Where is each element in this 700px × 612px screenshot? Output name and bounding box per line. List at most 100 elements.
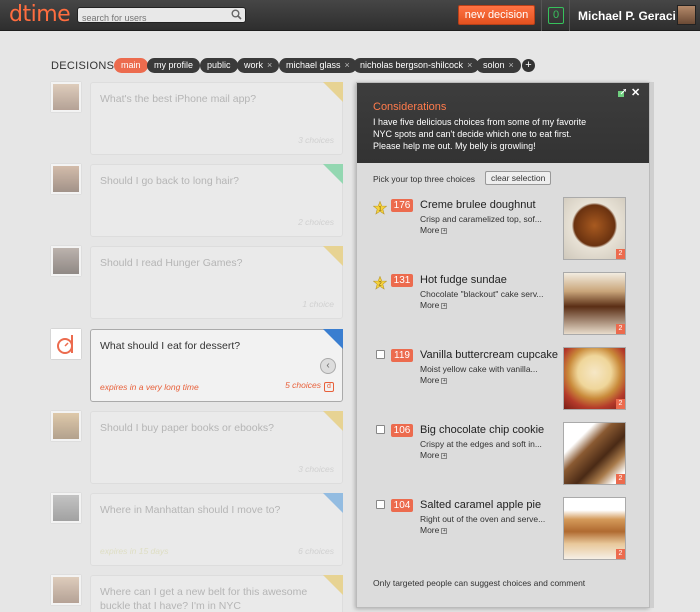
choice-name[interactable]: Hot fudge sundae (420, 274, 507, 286)
avatar[interactable] (51, 575, 81, 605)
choice-image[interactable]: 2 (563, 272, 626, 335)
filter-chip-work[interactable]: work × (237, 58, 280, 73)
choice-checkbox[interactable] (376, 350, 385, 359)
scrollbar[interactable] (650, 82, 654, 608)
expiry-text: expires in a very long time (100, 382, 199, 392)
divider (569, 0, 570, 31)
decision-card[interactable]: Should I read Hunger Games? 1 choice (90, 246, 343, 319)
expand-icon: + (441, 302, 448, 309)
more-link[interactable]: More + (420, 450, 448, 460)
filter-chip-my-profile[interactable]: my profile (147, 58, 201, 73)
avatar[interactable] (51, 82, 81, 112)
more-link[interactable]: More + (420, 525, 448, 535)
decisions-label: DECISIONS: (51, 60, 118, 72)
choice-name[interactable]: Salted caramel apple pie (420, 499, 541, 511)
close-icon[interactable]: ✕ (631, 86, 640, 99)
decision-question: Should I go back to long hair? (100, 175, 239, 187)
corner-ribbon-icon (323, 82, 343, 102)
avatar[interactable] (51, 329, 81, 359)
choice-checkbox[interactable] (376, 425, 385, 434)
new-decision-button[interactable]: new decision (458, 5, 535, 25)
top-bar: dtime new decision 0 Michael P. Geraci (0, 0, 700, 31)
choice-checkbox[interactable] (376, 500, 385, 509)
filter-chip-michael-glass[interactable]: michael glass × (279, 58, 357, 73)
dtime-logo-icon (57, 335, 73, 354)
choice-description: Crisp and caramelized top, sof... (420, 214, 542, 224)
corner-ribbon-icon (323, 493, 343, 513)
expand-icon: + (441, 452, 448, 459)
choice-description: Right out of the oven and serve... (420, 514, 546, 524)
panel-header: ✕ Considerations I have five delicious c… (357, 83, 649, 163)
choice-count: 5 choices d (285, 380, 334, 392)
remove-chip-icon[interactable]: × (509, 60, 514, 70)
more-label: More (420, 375, 440, 385)
avatar[interactable] (51, 246, 81, 276)
user-avatar[interactable] (677, 5, 696, 25)
remove-chip-icon[interactable]: × (345, 60, 350, 70)
search-icon[interactable] (231, 9, 242, 20)
choice-count-text: 5 choices (285, 380, 321, 390)
chip-label: work (244, 60, 264, 70)
popout-icon[interactable] (618, 89, 626, 97)
image-count-badge: 2 (616, 249, 625, 259)
filter-chip-nicholas-bergson-shilcock[interactable]: nicholas bergson-shilcock × (353, 58, 480, 73)
filter-chip-public[interactable]: public (200, 58, 238, 73)
corner-ribbon-icon (323, 329, 343, 349)
filter-chip-solon[interactable]: solon × (476, 58, 521, 73)
decision-card[interactable]: Where can I get a new belt for this awes… (90, 575, 343, 612)
search-input[interactable] (78, 11, 228, 25)
choice-item: 1 176 Creme brulee doughnut Crisp and ca… (357, 197, 649, 267)
clear-selection-button[interactable]: clear selection (485, 171, 552, 185)
decision-card-active[interactable]: What should I eat for dessert? expires i… (90, 329, 343, 402)
divider (541, 0, 542, 31)
avatar[interactable] (51, 411, 81, 441)
choice-item: 106 Big chocolate chip cookie Crispy at … (357, 422, 649, 492)
decision-card[interactable]: Where in Manhattan should I move to? exp… (90, 493, 343, 566)
choice-image[interactable]: 2 (563, 422, 626, 485)
choice-name[interactable]: Vanilla buttercream cupcake (420, 349, 558, 361)
add-filter-button[interactable]: + (522, 59, 535, 72)
more-label: More (420, 225, 440, 235)
avatar[interactable] (51, 164, 81, 194)
dtime-tag-icon: d (324, 382, 334, 392)
more-link[interactable]: More + (420, 225, 448, 235)
choice-item: 104 Salted caramel apple pie Right out o… (357, 497, 649, 567)
panel-title: Considerations (373, 101, 447, 113)
choice-count: 3 choices (298, 464, 334, 474)
choice-description: Moist yellow cake with vanilla... (420, 364, 538, 374)
choice-count: 1 choice (302, 299, 334, 309)
remove-chip-icon[interactable]: × (467, 60, 472, 70)
choice-name[interactable]: Big chocolate chip cookie (420, 424, 544, 436)
notification-counter[interactable]: 0 (548, 7, 564, 24)
more-link[interactable]: More + (420, 300, 448, 310)
decision-card[interactable]: What's the best iPhone mail app? 3 choic… (90, 82, 343, 155)
choice-name[interactable]: Creme brulee doughnut (420, 199, 536, 211)
choice-image[interactable]: 2 (563, 497, 626, 560)
decision-question: What should I eat for dessert? (100, 340, 241, 352)
star-rank-icon[interactable]: 1 (373, 201, 387, 215)
choice-image[interactable]: 2 (563, 197, 626, 260)
remove-chip-icon[interactable]: × (267, 60, 272, 70)
chip-label: nicholas bergson-shilcock (360, 60, 464, 70)
decision-question: Should I buy paper books or ebooks? (100, 422, 274, 434)
avatar[interactable] (51, 493, 81, 523)
decision-card[interactable]: Should I buy paper books or ebooks? 3 ch… (90, 411, 343, 484)
expand-icon: + (441, 227, 448, 234)
star-rank-icon[interactable]: 2 (373, 276, 387, 290)
decision-question: Where can I get a new belt for this awes… (100, 586, 308, 612)
username[interactable]: Michael P. Geraci (578, 9, 676, 23)
decision-card[interactable]: Should I go back to long hair? 2 choices (90, 164, 343, 237)
more-label: More (420, 525, 440, 535)
choice-count: 3 choices (298, 135, 334, 145)
corner-ribbon-icon (323, 575, 343, 595)
image-count-badge: 2 (616, 399, 625, 409)
dtime-logo[interactable]: dtime (9, 2, 71, 27)
vote-count: 104 (391, 499, 413, 512)
search-box[interactable] (77, 7, 246, 25)
filter-chip-main[interactable]: main (114, 58, 148, 73)
choice-count: 6 choices (298, 546, 334, 556)
collapse-arrow-button[interactable]: ‹ (320, 358, 336, 374)
vote-count: 106 (391, 424, 413, 437)
choice-image[interactable]: 2 (563, 347, 626, 410)
more-link[interactable]: More + (420, 375, 448, 385)
